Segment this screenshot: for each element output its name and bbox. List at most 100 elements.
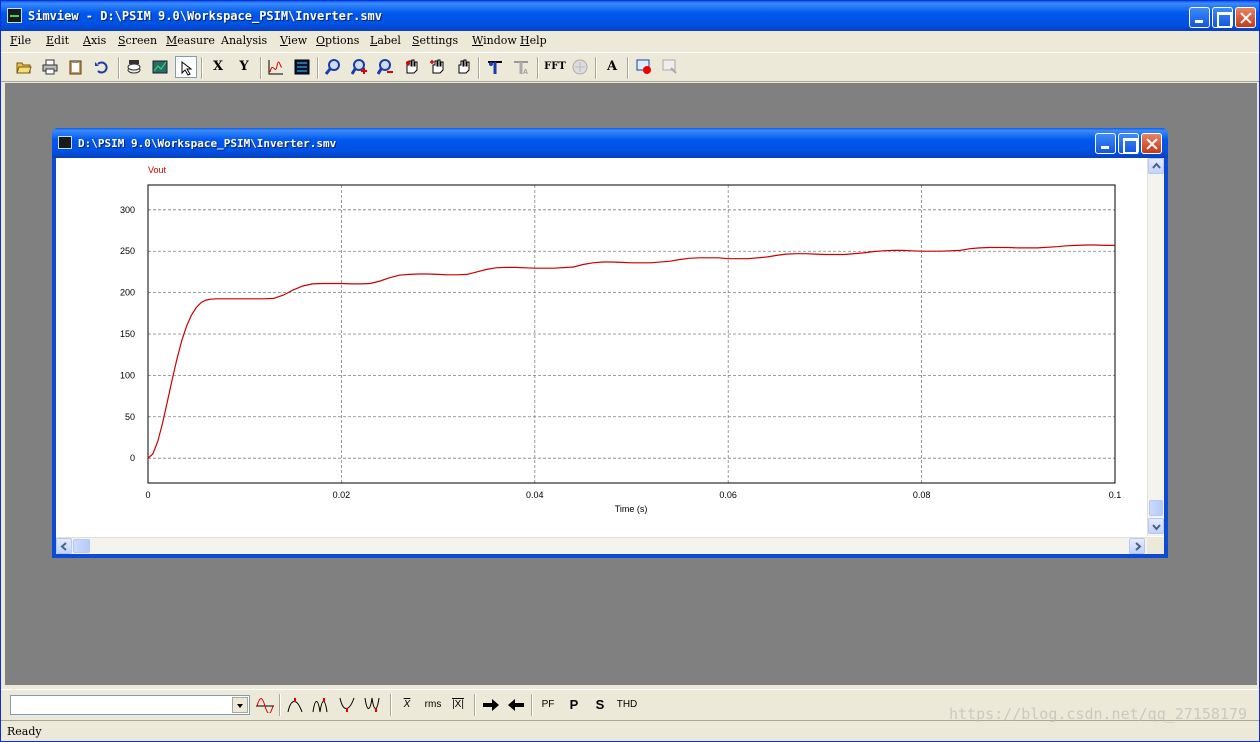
measure-disabled-icon[interactable]: A <box>510 56 532 78</box>
screen-icon[interactable] <box>149 56 171 78</box>
menu-measure[interactable]: Measure <box>166 34 215 47</box>
zoom-out-icon[interactable] <box>374 56 396 78</box>
record-disabled-icon[interactable] <box>659 56 681 78</box>
main-titlebar[interactable]: Simview - D:\PSIM 9.0\Workspace_PSIM\Inv… <box>1 1 1259 31</box>
y-tick-label: 250 <box>120 246 135 256</box>
max-next-icon[interactable] <box>310 694 334 716</box>
toolbar-separator <box>627 57 629 79</box>
average-button[interactable]: X <box>395 694 419 716</box>
y-axis-button[interactable]: Y <box>233 56 255 78</box>
menu-screen-label: creen <box>125 34 158 47</box>
hand-plus-icon[interactable] <box>426 56 448 78</box>
hand-icon[interactable] <box>452 56 474 78</box>
rms-button[interactable]: rms <box>421 694 445 716</box>
scroll-up-button[interactable] <box>1148 158 1164 174</box>
horizontal-scrollbar[interactable] <box>56 537 1147 554</box>
open-icon[interactable] <box>13 56 35 78</box>
real-power-button[interactable]: P <box>562 694 586 716</box>
min-icon[interactable] <box>336 694 360 716</box>
vertical-scroll-thumb[interactable] <box>1149 500 1163 516</box>
data-icon[interactable] <box>123 56 145 78</box>
simview-app-icon[interactable] <box>7 8 22 23</box>
thd-button[interactable]: THD <box>613 694 641 716</box>
child-titlebar[interactable]: D:\PSIM 9.0\Workspace_PSIM\Inverter.smv <box>52 128 1168 158</box>
min-next-icon[interactable] <box>362 694 386 716</box>
waveform-child-window: D:\PSIM 9.0\Workspace_PSIM\Inverter.smv … <box>52 128 1168 558</box>
scroll-left-button[interactable] <box>56 538 72 554</box>
measure-icon[interactable] <box>484 56 506 78</box>
child-maximize-button[interactable] <box>1118 133 1139 154</box>
zoom-in-icon[interactable] <box>348 56 370 78</box>
curve-select-combobox[interactable] <box>10 695 250 715</box>
menu-edit-label: dit <box>54 34 70 47</box>
legend-vout: Vout <box>148 165 167 175</box>
menu-label[interactable]: Label <box>370 34 401 47</box>
table-icon[interactable] <box>291 56 313 78</box>
menu-analysis[interactable]: Analysis <box>221 34 267 47</box>
x-axis-button[interactable]: X <box>207 56 229 78</box>
menu-window[interactable]: Window <box>472 34 517 47</box>
toolbar-separator <box>478 57 480 79</box>
x-tick-label: 0.04 <box>526 490 544 500</box>
main-minimize-button[interactable] <box>1189 7 1210 28</box>
sine-wave-icon[interactable] <box>253 694 277 716</box>
child-window-title: D:\PSIM 9.0\Workspace_PSIM\Inverter.smv <box>78 137 337 150</box>
arrow-left-icon[interactable] <box>504 694 528 716</box>
menu-screen[interactable]: Screen <box>118 34 157 47</box>
text-button[interactable]: A <box>601 56 623 78</box>
menu-options-accel: O <box>316 34 326 47</box>
watermark-text: https://blog.csdn.net/qq_27158179 <box>948 705 1247 723</box>
menu-help[interactable]: Help <box>520 34 547 47</box>
menu-screen-accel: S <box>118 34 126 47</box>
max-icon[interactable] <box>284 694 308 716</box>
chevron-down-icon[interactable] <box>232 697 248 713</box>
menu-analysis-label: Analysis <box>221 34 268 47</box>
pan-icon[interactable] <box>400 56 422 78</box>
toolbar-separator <box>317 57 319 79</box>
apparent-power-button[interactable]: S <box>588 694 612 716</box>
fft-disabled-icon[interactable] <box>569 56 591 78</box>
select-cursor-icon[interactable] <box>175 56 197 78</box>
scroll-right-button[interactable] <box>1129 538 1145 554</box>
child-close-button[interactable] <box>1141 133 1162 154</box>
y-tick-label: 200 <box>120 288 135 298</box>
waveform-plot[interactable]: Vout Time (s) 0 0.02 0.04 0.06 0.08 0.1 0 50 100… <box>56 158 1147 537</box>
toolbar-separator <box>390 694 392 716</box>
toolbar-separator <box>595 57 597 79</box>
toolbar-separator <box>279 694 281 716</box>
child-minimize-button[interactable] <box>1095 133 1116 154</box>
y-tick-label: 150 <box>120 329 135 339</box>
toolbar-separator <box>201 57 203 79</box>
undo-icon[interactable] <box>91 56 113 78</box>
fft-button[interactable]: FFT <box>542 56 568 78</box>
horizontal-scroll-thumb[interactable] <box>73 539 90 553</box>
arrow-right-icon[interactable] <box>479 694 503 716</box>
record-icon[interactable] <box>633 56 655 78</box>
menu-options[interactable]: Options <box>316 34 359 47</box>
menu-file[interactable]: File <box>10 34 31 47</box>
toolbar-separator <box>531 694 533 716</box>
y-tick-label: 50 <box>125 412 135 422</box>
zoom-icon[interactable] <box>322 56 344 78</box>
toolbar-separator <box>260 57 262 79</box>
menu-bar: File Edit Axis Screen Measure Analysis V… <box>1 31 1259 51</box>
menu-view[interactable]: View <box>280 34 307 47</box>
main-close-button[interactable] <box>1235 7 1256 28</box>
main-toolbar: X Y A FFT A <box>1 52 1259 82</box>
menu-axis[interactable]: Axis <box>83 34 106 47</box>
print-icon[interactable] <box>39 56 61 78</box>
menu-settings-accel: S <box>412 34 420 47</box>
clipboard-icon[interactable] <box>65 56 87 78</box>
simview-main-window: Simview - D:\PSIM 9.0\Workspace_PSIM\Inv… <box>0 0 1260 742</box>
menu-settings[interactable]: Settings <box>412 34 458 47</box>
main-window-title: Simview - D:\PSIM 9.0\Workspace_PSIM\Inv… <box>28 9 383 23</box>
menu-edit[interactable]: Edit <box>46 34 69 47</box>
main-maximize-button[interactable] <box>1212 7 1233 28</box>
curve-icon[interactable] <box>265 56 287 78</box>
abs-average-button[interactable]: |X| <box>446 694 470 716</box>
status-bar: Ready https://blog.csdn.net/qq_27158179 <box>1 705 1259 741</box>
child-app-icon[interactable] <box>58 136 72 149</box>
scroll-down-button[interactable] <box>1148 518 1164 534</box>
vertical-scrollbar[interactable] <box>1147 158 1164 536</box>
power-factor-button[interactable]: PF <box>536 694 560 716</box>
